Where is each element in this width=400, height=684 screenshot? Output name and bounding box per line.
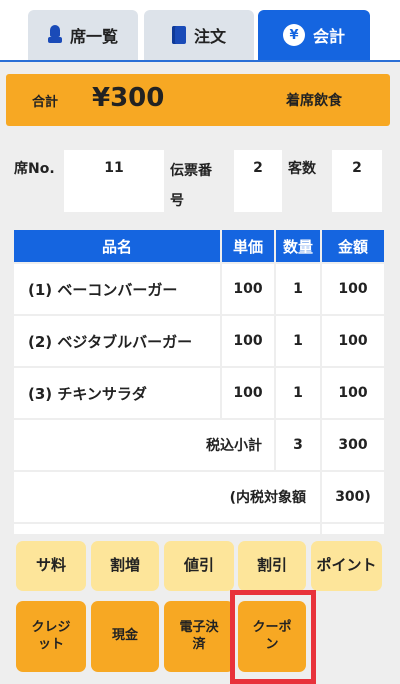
header-unit-price: 単価 (222, 230, 274, 262)
tax-target-amount: 300) (322, 472, 384, 522)
table-row-qty: 1 (276, 316, 320, 366)
header-quantity: 数量 (276, 230, 320, 262)
price-discount-button[interactable]: 値引 (164, 541, 234, 591)
service-charge-button[interactable]: サ料 (16, 541, 86, 591)
total-amount: ¥300 (92, 83, 165, 113)
tab-bar: 席一覧 注文 ¥ 会計 (0, 0, 400, 62)
table-row-amount: 100 (322, 316, 384, 366)
subtotal-amount: 300 (322, 420, 384, 470)
seat-no-label: 席No. (14, 161, 55, 177)
table-row-item-name: (1) ベーコンバーガー (14, 264, 220, 314)
table-row-partial (14, 524, 320, 534)
tab-seat-list[interactable]: 席一覧 (28, 10, 138, 60)
coupon-highlight-box (230, 590, 316, 684)
tab-order[interactable]: 注文 (144, 10, 254, 60)
subtotal-label: 税込小計 (14, 420, 274, 470)
yen-icon: ¥ (282, 24, 305, 46)
seat-icon (47, 25, 62, 45)
tab-order-label: 注文 (193, 27, 226, 46)
table-row-item-name: (2) ベジタブルバーガー (14, 316, 220, 366)
tab-seat-list-label: 席一覧 (69, 27, 118, 46)
slip-no-label: 伝票番 号 (170, 163, 212, 209)
guests-label: 客数 (288, 161, 316, 177)
dine-type-label: 着席飲食 (286, 93, 342, 109)
tab-checkout[interactable]: ¥ 会計 (258, 10, 370, 60)
table-row-price: 100 (222, 264, 274, 314)
header-item-name: 品名 (14, 230, 220, 262)
subtotal-qty: 3 (276, 420, 320, 470)
tab-divider (0, 60, 400, 62)
table-row-partial (322, 524, 384, 534)
tax-target-label: (内税対象額 (14, 472, 320, 522)
guests-value: 2 (332, 150, 382, 212)
e-payment-button[interactable]: 電子決済 (164, 601, 234, 672)
table-row-amount: 100 (322, 264, 384, 314)
tab-checkout-label: 会計 (312, 27, 345, 46)
table-row-amount: 100 (322, 368, 384, 418)
table-row-qty: 1 (276, 264, 320, 314)
points-button[interactable]: ポイント (311, 541, 382, 591)
surcharge-button[interactable]: 割増 (91, 541, 159, 591)
cash-button[interactable]: 現金 (91, 601, 159, 672)
credit-button[interactable]: クレジ ット (16, 601, 86, 672)
table-row-price: 100 (222, 368, 274, 418)
table-row-item-name: (3) チキンサラダ (14, 368, 220, 418)
book-icon (171, 26, 186, 44)
total-label: 合計 (32, 95, 59, 110)
total-bar: 合計 ¥300 着席飲食 (6, 74, 390, 126)
slip-no-value: 2 (234, 150, 282, 212)
percent-discount-button[interactable]: 割引 (238, 541, 306, 591)
table-row-qty: 1 (276, 368, 320, 418)
header-amount: 金額 (322, 230, 384, 262)
seat-no-value: 11 (64, 150, 164, 212)
table-row-price: 100 (222, 316, 274, 366)
